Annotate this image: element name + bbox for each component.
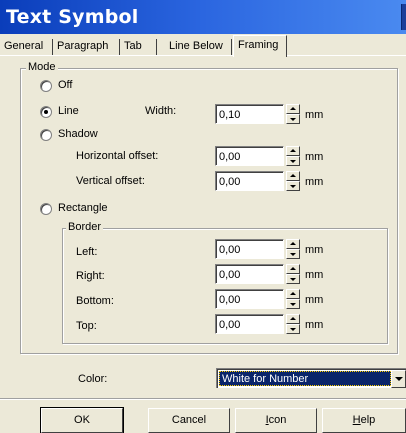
shadow-h-unit: mm bbox=[305, 151, 324, 163]
radio-line-label: Line bbox=[58, 105, 79, 117]
spin-up-icon[interactable] bbox=[286, 239, 300, 249]
border-bottom-spinner[interactable] bbox=[286, 289, 300, 309]
spin-down-icon[interactable] bbox=[286, 324, 300, 334]
color-select[interactable]: White for Number bbox=[216, 368, 406, 388]
cancel-button[interactable]: Cancel bbox=[148, 408, 230, 433]
border-bottom-input[interactable] bbox=[215, 289, 284, 309]
spin-up-icon[interactable] bbox=[286, 264, 300, 274]
tab-strip: General Paragraph Tab Line Below Framing bbox=[0, 35, 406, 57]
spin-down-icon[interactable] bbox=[286, 249, 300, 259]
tab-paragraph[interactable]: Paragraph bbox=[53, 39, 120, 56]
help-button-mnemonic: H bbox=[352, 414, 361, 426]
color-selected-value: White for Number bbox=[219, 371, 391, 386]
radio-line[interactable] bbox=[40, 106, 52, 118]
border-top-input[interactable] bbox=[215, 314, 284, 334]
icon-button[interactable]: Icon bbox=[235, 408, 317, 433]
border-left-label: Left: bbox=[76, 246, 98, 258]
border-top-label: Top: bbox=[76, 320, 97, 332]
shadow-v-input[interactable] bbox=[215, 171, 284, 191]
spin-down-icon[interactable] bbox=[286, 274, 300, 284]
icon-button-label: con bbox=[268, 414, 287, 426]
tab-line-below[interactable]: Line Below bbox=[165, 39, 232, 56]
tab-general[interactable]: General bbox=[0, 39, 53, 56]
line-width-spinner[interactable] bbox=[286, 104, 300, 124]
border-bottom-unit: mm bbox=[305, 294, 324, 306]
spin-down-icon[interactable] bbox=[286, 156, 300, 166]
line-width-unit: mm bbox=[305, 109, 324, 121]
radio-off[interactable] bbox=[40, 80, 52, 92]
mode-caption: Mode bbox=[26, 61, 58, 73]
help-button[interactable]: Help bbox=[322, 408, 406, 433]
border-right-unit: mm bbox=[305, 269, 324, 281]
tab-rule bbox=[0, 55, 406, 56]
spin-up-icon[interactable] bbox=[286, 171, 300, 181]
close-button-edge[interactable] bbox=[401, 4, 406, 30]
ok-button[interactable]: OK bbox=[40, 407, 124, 433]
spin-up-icon[interactable] bbox=[286, 146, 300, 156]
border-bottom-label: Bottom: bbox=[76, 295, 114, 307]
shadow-h-input[interactable] bbox=[215, 146, 284, 166]
border-top-spinner[interactable] bbox=[286, 314, 300, 334]
spin-down-icon[interactable] bbox=[286, 299, 300, 309]
border-right-spinner[interactable] bbox=[286, 264, 300, 284]
help-button-label: elp bbox=[360, 414, 376, 426]
chevron-down-icon[interactable] bbox=[391, 370, 406, 388]
spin-down-icon[interactable] bbox=[286, 181, 300, 191]
color-label: Color: bbox=[78, 373, 108, 385]
border-left-spinner[interactable] bbox=[286, 239, 300, 259]
tab-tab[interactable]: Tab bbox=[120, 39, 157, 56]
shadow-h-spinner[interactable] bbox=[286, 146, 300, 166]
line-width-label: Width: bbox=[145, 105, 177, 117]
radio-rectangle[interactable] bbox=[40, 203, 52, 215]
radio-shadow-label: Shadow bbox=[58, 128, 98, 140]
title-bar: Text Symbol bbox=[0, 0, 406, 34]
radio-off-label: Off bbox=[58, 79, 73, 91]
border-right-label: Right: bbox=[76, 270, 105, 282]
tab-framing[interactable]: Framing bbox=[233, 35, 287, 57]
spin-down-icon[interactable] bbox=[286, 114, 300, 124]
radio-shadow[interactable] bbox=[40, 129, 52, 141]
line-width-input[interactable] bbox=[215, 104, 284, 124]
shadow-h-label: Horizontal offset: bbox=[76, 150, 159, 162]
spin-up-icon[interactable] bbox=[286, 314, 300, 324]
border-left-unit: mm bbox=[305, 244, 324, 256]
border-top-unit: mm bbox=[305, 319, 324, 331]
shadow-v-label: Vertical offset: bbox=[76, 175, 145, 187]
border-caption: Border bbox=[66, 221, 104, 233]
shadow-v-spinner[interactable] bbox=[286, 171, 300, 191]
spin-up-icon[interactable] bbox=[286, 289, 300, 299]
radio-rectangle-label: Rectangle bbox=[58, 202, 108, 214]
spin-up-icon[interactable] bbox=[286, 104, 300, 114]
shadow-v-unit: mm bbox=[305, 176, 324, 188]
button-separator bbox=[0, 398, 406, 400]
window-title: Text Symbol bbox=[6, 6, 139, 28]
border-right-input[interactable] bbox=[215, 264, 284, 284]
border-left-input[interactable] bbox=[215, 239, 284, 259]
